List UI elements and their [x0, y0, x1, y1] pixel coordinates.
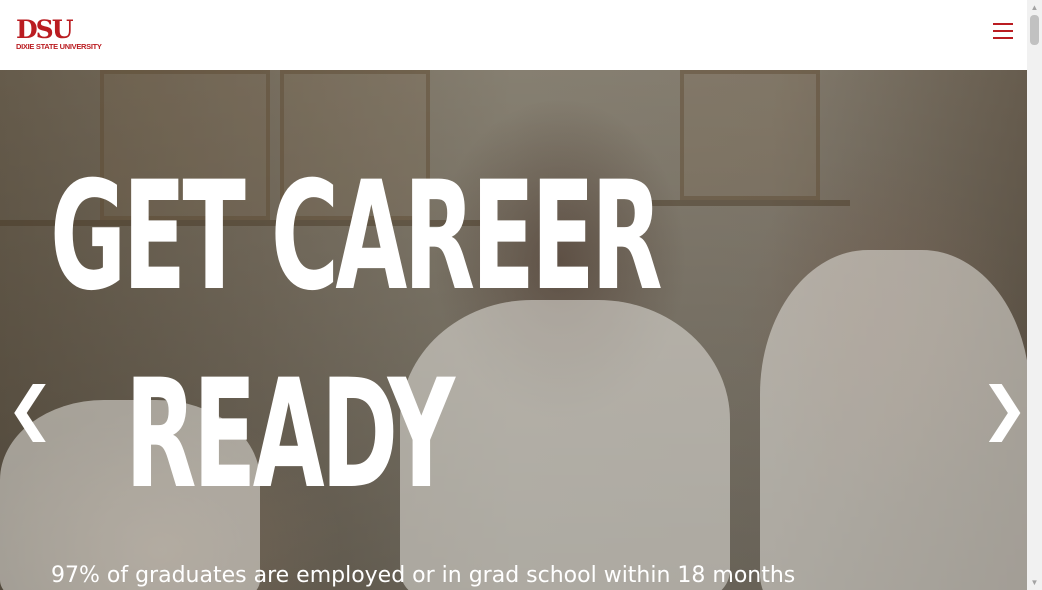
hero-subline: 97% of graduates are employed or in grad…	[51, 563, 796, 588]
hero-carousel: GET CAREER READY 97% of graduates are em…	[0, 70, 1027, 590]
carousel-next-icon[interactable]: ❯	[980, 368, 1027, 448]
lab-shelf	[650, 200, 850, 206]
scrollbar-thumb[interactable]	[1030, 15, 1039, 45]
hero-headline-line2: READY	[125, 348, 455, 522]
page-scrollbar[interactable]: ▲ ▼	[1027, 0, 1042, 590]
logo-mark: DSU	[16, 15, 74, 44]
scroll-up-icon[interactable]: ▲	[1027, 0, 1042, 15]
hero-headline-line1: GET CAREER	[50, 150, 663, 324]
hamburger-menu-icon[interactable]	[993, 22, 1015, 40]
carousel-prev-icon[interactable]: ❮	[6, 368, 55, 448]
scroll-down-icon[interactable]: ▼	[1027, 575, 1042, 590]
site-header: DSU DIXIE STATE UNIVERSITY	[0, 0, 1027, 70]
lab-cabinet	[680, 70, 820, 200]
dsu-logo[interactable]: DSU DIXIE STATE UNIVERSITY	[16, 15, 102, 52]
logo-university-name: DIXIE STATE UNIVERSITY	[16, 42, 102, 51]
